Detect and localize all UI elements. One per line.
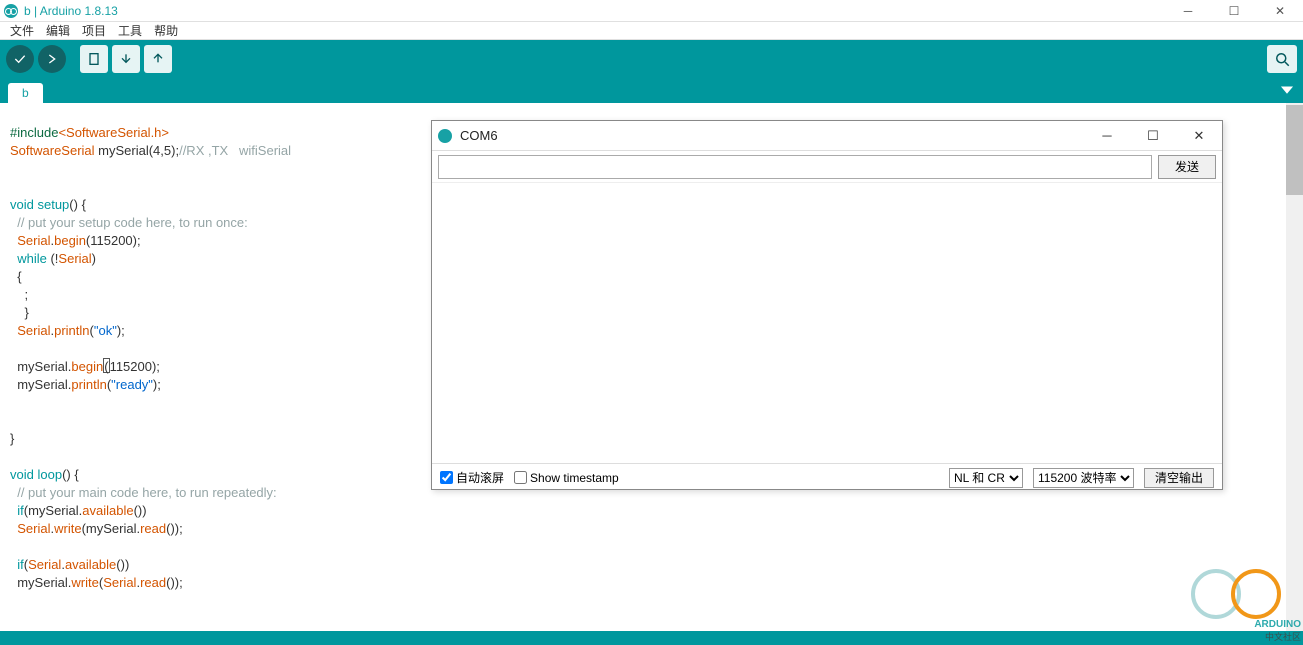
menu-bar: 文件 编辑 项目 工具 帮助	[0, 22, 1303, 40]
menu-tools[interactable]: 工具	[114, 22, 146, 39]
serial-monitor-window: COM6 ─ ☐ ✕ 发送 自动滚屏 Show timestamp NL 和 C…	[431, 120, 1223, 490]
minimize-button[interactable]: ─	[1165, 0, 1211, 22]
verify-button[interactable]	[6, 45, 34, 73]
menu-help[interactable]: 帮助	[150, 22, 182, 39]
tab-bar: b	[0, 78, 1303, 103]
close-button[interactable]: ✕	[1257, 0, 1303, 22]
open-button[interactable]	[112, 45, 140, 73]
serial-maximize-button[interactable]: ☐	[1130, 121, 1176, 151]
serial-output-area[interactable]	[432, 183, 1222, 463]
menu-edit[interactable]: 编辑	[42, 22, 74, 39]
tab-sketch[interactable]: b	[8, 83, 43, 103]
status-bar	[0, 631, 1303, 645]
line-ending-select[interactable]: NL 和 CR	[949, 468, 1023, 488]
menu-file[interactable]: 文件	[6, 22, 38, 39]
watermark-logo: ARDUINO 中文社区	[1191, 569, 1301, 643]
vertical-scrollbar[interactable]	[1286, 103, 1303, 631]
serial-send-button[interactable]: 发送	[1158, 155, 1216, 179]
menu-sketch[interactable]: 项目	[78, 22, 110, 39]
serial-close-button[interactable]: ✕	[1176, 121, 1222, 151]
autoscroll-checkbox[interactable]: 自动滚屏	[440, 469, 504, 486]
maximize-button[interactable]: ☐	[1211, 0, 1257, 22]
arduino-logo-icon	[4, 4, 18, 18]
new-button[interactable]	[80, 45, 108, 73]
serial-title-bar: COM6 ─ ☐ ✕	[432, 121, 1222, 151]
toolbar	[0, 40, 1303, 78]
arduino-logo-icon	[438, 129, 452, 143]
serial-window-title: COM6	[460, 128, 498, 143]
save-button[interactable]	[144, 45, 172, 73]
title-bar: b | Arduino 1.8.13 ─ ☐ ✕	[0, 0, 1303, 22]
serial-monitor-button[interactable]	[1267, 45, 1297, 73]
timestamp-checkbox[interactable]: Show timestamp	[514, 471, 619, 485]
clear-output-button[interactable]: 清空输出	[1144, 468, 1214, 488]
window-title: b | Arduino 1.8.13	[24, 4, 118, 18]
serial-send-input[interactable]	[438, 155, 1152, 179]
upload-button[interactable]	[38, 45, 66, 73]
serial-minimize-button[interactable]: ─	[1084, 121, 1130, 151]
tab-menu-dropdown-icon[interactable]	[1279, 82, 1295, 98]
baud-rate-select[interactable]: 115200 波特率	[1033, 468, 1134, 488]
